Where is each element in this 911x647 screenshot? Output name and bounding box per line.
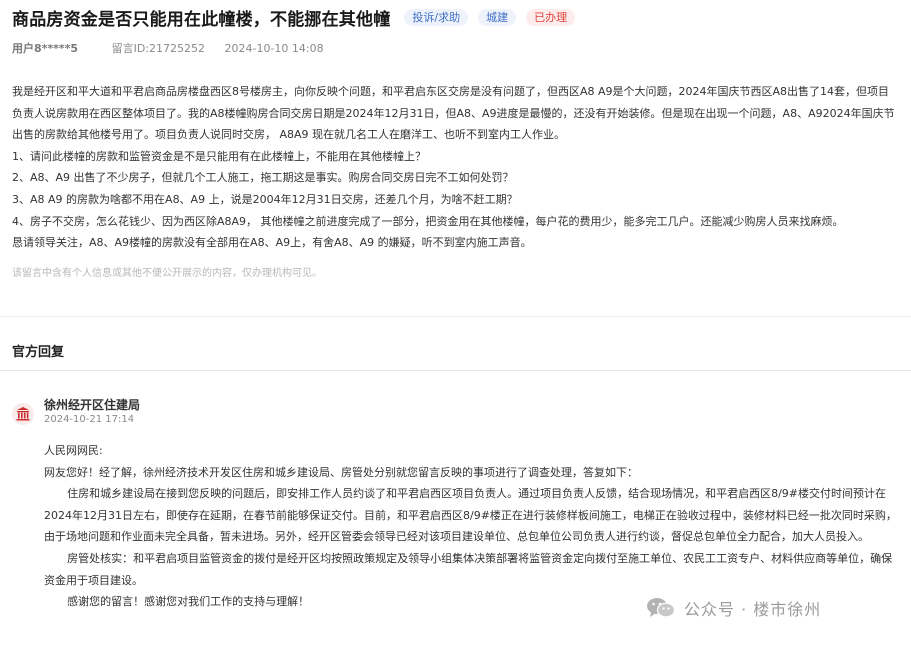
wechat-icon	[647, 598, 676, 618]
reply-paragraph-funds: 房管处核实：和平君启项目监管资金的拨付是经开区均按照政策规定及领导小组集体决策部…	[44, 551, 893, 587]
government-emblem-icon	[12, 403, 34, 425]
message-question-4: 4、房子不交房，怎么花钱少、因为西区除A8A9， 其他楼幢之前进度完成了一部分，…	[12, 214, 844, 228]
reply-content: 人民网网民: 网友您好！经了解，徐州经济技术开发区住房和城乡建设局、房管处分别就…	[44, 440, 900, 613]
message-question-1: 1、请问此楼幢的房款和监管资金是不是只能用有在此楼幢上，不能用在其他楼幢上？	[12, 149, 426, 163]
header-row: 商品房资金是否只能用在此幢楼，不能挪在其他幢 投诉/求助 城建 已办理	[12, 2, 576, 32]
heading-underline	[0, 370, 911, 371]
message-question-2: 2、A8、A9 出售了不少房子，但就几个工人施工，拖工期这是事实。购房合同交房日…	[12, 171, 514, 185]
page-title: 商品房资金是否只能用在此幢楼，不能挪在其他幢	[12, 9, 391, 30]
reply-org-name: 徐州经开区住建局	[44, 398, 141, 412]
message-closing: 恳请领导关注，A8、A9楼幢的房款没有全部用在A8、A9上，有舍A8、A9 的嫌…	[12, 236, 532, 250]
message-paragraph: 我是经开区和平大道和平君启商品房楼盘西区8号楼房主，向你反映个问题，和平君启东区…	[12, 85, 895, 142]
watermark-text: 公众号 · 楼市徐州	[684, 600, 822, 619]
wechat-watermark: 公众号 · 楼市徐州	[646, 596, 821, 620]
message-content: 我是经开区和平大道和平君启商品房楼盘西区8号楼房主，向你反映个问题，和平君启东区…	[12, 81, 898, 254]
reply-paragraph-housing: 住房和城乡建设局在接到您反映的问题后，即安排工作人员约谈了和平君启西区项目负责人…	[44, 487, 897, 544]
status-badge: 已办理	[526, 8, 576, 26]
reply-intro: 网友您好！经了解，徐州经济技术开发区住房和城乡建设局、房管处分别就您留言反映的事…	[44, 465, 638, 479]
type-tag: 投诉/求助	[404, 8, 469, 26]
message-id: 留言ID:21725252	[111, 42, 205, 55]
reply-time: 2024-10-21 17:14	[44, 414, 135, 425]
field-tag: 城建	[478, 8, 517, 26]
section-divider	[0, 316, 911, 317]
username: 用户8*****5	[12, 42, 79, 55]
message-meta: 用户8*****5 留言ID:21725252 2024-10-10 14:08	[12, 40, 324, 56]
message-date: 2024-10-10 14:08	[224, 42, 324, 55]
reply-salutation: 人民网网民:	[44, 444, 103, 457]
official-reply-heading: 官方回复	[12, 345, 65, 360]
message-question-3: 3、A8 A9 的房款为啥都不用在A8、A9 上，说是2004年12月31日交房…	[12, 192, 518, 206]
privacy-notice: 该留言中含有个人信息或其他不便公开展示的内容，仅办理机构可见。	[12, 268, 322, 279]
